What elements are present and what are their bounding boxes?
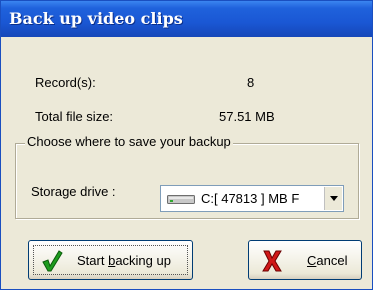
window-title: Back up video clips bbox=[9, 9, 183, 28]
size-label: Total file size: bbox=[35, 109, 114, 124]
storage-drive-label: Storage drive : bbox=[31, 184, 116, 199]
save-location-legend: Choose where to save your backup bbox=[25, 134, 233, 149]
start-backup-label: Start backing up bbox=[77, 253, 171, 268]
start-backup-button[interactable]: Start backing up bbox=[28, 240, 193, 280]
hard-drive-icon bbox=[167, 195, 195, 204]
size-value: 57.51 MB bbox=[219, 109, 275, 124]
title-bar[interactable]: Back up video clips bbox=[1, 1, 372, 37]
records-value: 8 bbox=[247, 75, 255, 90]
backup-dialog: Back up video clips Record(s): 8 Total f… bbox=[0, 0, 373, 290]
cancel-label: Cancel bbox=[307, 253, 348, 268]
records-label: Record(s): bbox=[35, 75, 96, 90]
cancel-button[interactable]: Cancel bbox=[248, 240, 362, 280]
red-x-icon bbox=[262, 250, 282, 272]
dropdown-arrow-button[interactable] bbox=[324, 187, 342, 210]
selected-drive-text: C:[ 47813 ] MB F bbox=[201, 191, 300, 206]
storage-drive-select[interactable]: C:[ 47813 ] MB F bbox=[160, 185, 344, 212]
green-checkmark-icon bbox=[42, 250, 63, 272]
